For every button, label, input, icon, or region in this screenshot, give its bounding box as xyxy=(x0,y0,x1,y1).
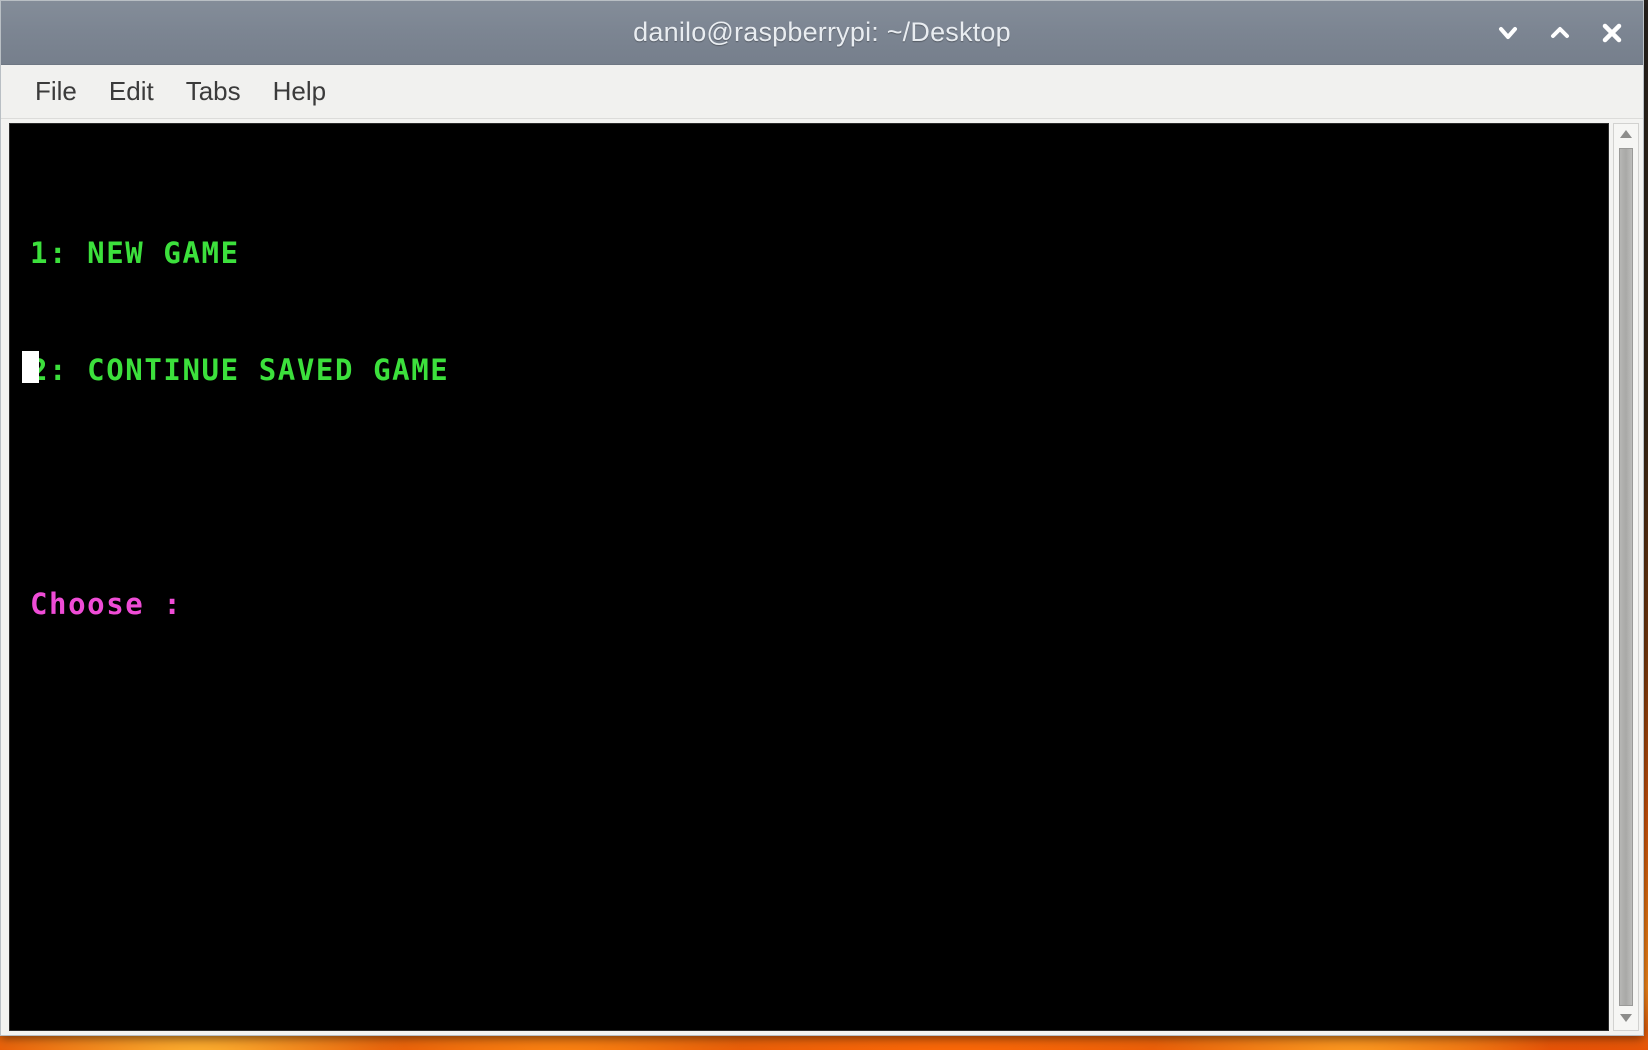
terminal-screen[interactable]: 1: NEW GAME 2: CONTINUE SAVED GAME Choos… xyxy=(9,123,1609,1031)
triangle-up-icon xyxy=(1619,126,1633,144)
chevron-down-icon xyxy=(1495,20,1521,46)
terminal-window: danilo@raspberrypi: ~/Desktop File Edit … xyxy=(0,0,1644,1036)
terminal-line-choose-prompt: Choose : xyxy=(30,587,183,621)
window-titlebar[interactable]: danilo@raspberrypi: ~/Desktop xyxy=(1,1,1643,65)
menu-bar: File Edit Tabs Help xyxy=(1,65,1643,119)
chevron-up-icon xyxy=(1547,20,1573,46)
window-title: danilo@raspberrypi: ~/Desktop xyxy=(633,17,1011,47)
scrollbar-thumb[interactable] xyxy=(1619,148,1633,1006)
menu-item-file[interactable]: File xyxy=(19,72,93,111)
close-x-icon xyxy=(1598,19,1626,47)
terminal-output: 1: NEW GAME 2: CONTINUE SAVED GAME Choos… xyxy=(30,156,449,702)
terminal-area: 1: NEW GAME 2: CONTINUE SAVED GAME Choos… xyxy=(1,119,1643,1035)
minimize-button[interactable] xyxy=(1491,16,1525,50)
terminal-scrollbar[interactable] xyxy=(1613,123,1639,1031)
terminal-line-continue-game: 2: CONTINUE SAVED GAME xyxy=(30,353,450,387)
scrollbar-up-button[interactable] xyxy=(1614,124,1638,146)
triangle-down-icon xyxy=(1619,1010,1633,1028)
window-controls xyxy=(1491,1,1629,64)
maximize-button[interactable] xyxy=(1543,16,1577,50)
scrollbar-track[interactable] xyxy=(1614,146,1638,1008)
menu-item-tabs[interactable]: Tabs xyxy=(170,72,257,111)
terminal-line-new-game: 1: NEW GAME xyxy=(30,236,240,270)
menu-item-help[interactable]: Help xyxy=(257,72,342,111)
close-button[interactable] xyxy=(1595,16,1629,50)
scrollbar-down-button[interactable] xyxy=(1614,1008,1638,1030)
menu-item-edit[interactable]: Edit xyxy=(93,72,170,111)
terminal-cursor-line xyxy=(22,351,39,388)
terminal-cursor xyxy=(22,351,39,383)
